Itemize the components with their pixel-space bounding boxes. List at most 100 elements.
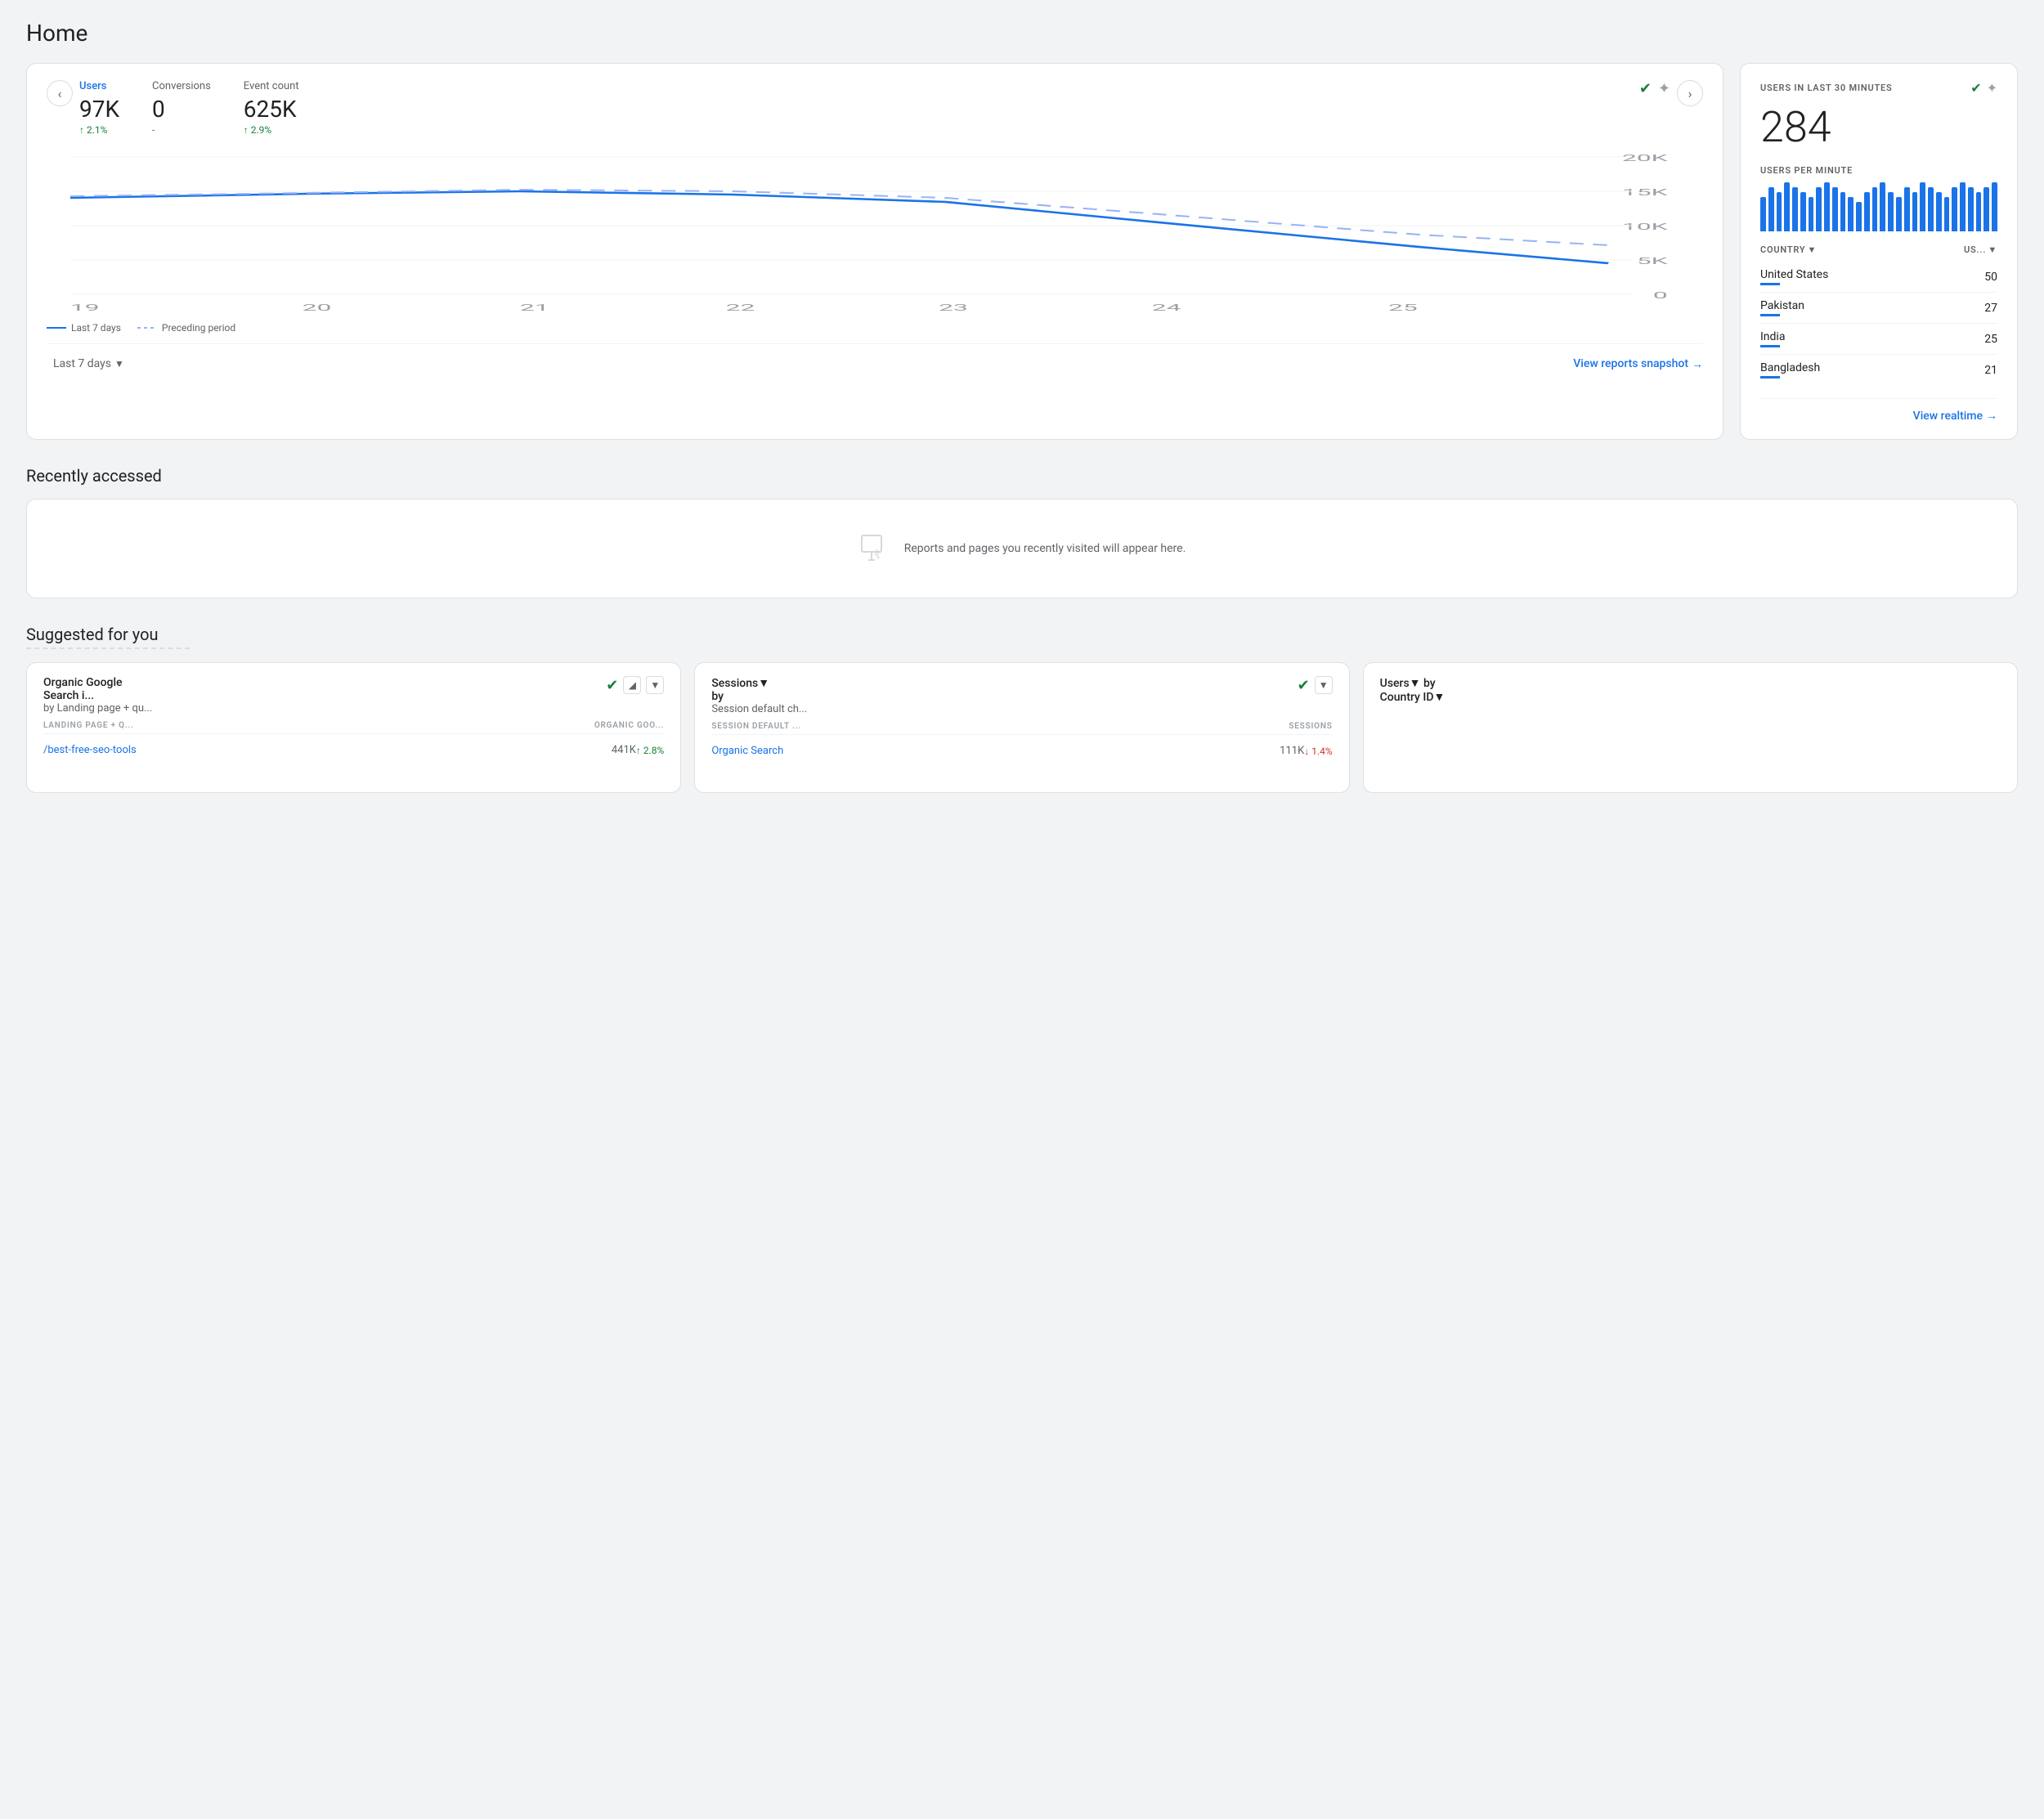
page-title: Home (26, 20, 2018, 47)
country-row[interactable]: Pakistan 27 (1760, 293, 1997, 324)
country-indicator (1760, 345, 1780, 347)
suggested-card-1[interactable]: Organic Google Search i... by Landing pa… (26, 662, 681, 793)
realtime-card: USERS IN LAST 30 MINUTES ✔ ✦ 284 USERS P… (1740, 63, 2018, 440)
sc-table-headers: SESSION DEFAULT ... SESSIONS (711, 722, 1332, 735)
bar (1983, 187, 1989, 231)
country-count: 25 (1984, 333, 1997, 346)
sc-icons: ✔◢▼ (606, 676, 664, 694)
filter-icon[interactable]: ◢ (623, 676, 641, 694)
svg-text:20: 20 (303, 302, 332, 312)
suggested-card-3[interactable]: Users▼ by Country ID▼ (1363, 662, 2018, 793)
sc-subtitle: Session default ch... (711, 703, 807, 715)
prev-arrow[interactable]: ‹ (47, 80, 73, 106)
bar (1888, 192, 1894, 231)
cursor-icon (858, 532, 891, 565)
realtime-check-icon: ✔ (1970, 80, 1981, 96)
metric-conversions-change: - (152, 124, 211, 136)
sc-title: Organic Google Search i... (43, 676, 137, 702)
check-circle-icon: ✔ (1298, 677, 1310, 694)
svg-text:24: 24 (1152, 302, 1181, 312)
date-range-label: Last 7 days (53, 357, 111, 370)
sc-subtitle: by Landing page + qu... (43, 702, 176, 715)
country-row[interactable]: India 25 (1760, 324, 1997, 355)
sc-header: Users▼ by Country ID▼ (1380, 676, 2001, 704)
country-col-label[interactable]: COUNTRY ▼ (1760, 244, 1817, 255)
svg-text:21: 21 (520, 302, 549, 312)
suggested-title: Suggested for you (26, 625, 2018, 644)
arrow-right-icon: → (1692, 357, 1703, 371)
realtime-bar-chart (1760, 182, 1997, 231)
country-indicator (1760, 283, 1780, 285)
sparkle-icon[interactable]: ✦ (1658, 80, 1670, 97)
svg-text:22: 22 (726, 302, 755, 312)
svg-text:23: 23 (939, 302, 968, 312)
country-count: 21 (1984, 364, 1997, 377)
suggested-title-underline (26, 647, 190, 649)
view-realtime-link[interactable]: View realtime → (1913, 409, 1997, 423)
recently-accessed-empty-text: Reports and pages you recently visited w… (904, 542, 1186, 555)
country-row[interactable]: Bangladesh 21 (1760, 355, 1997, 385)
bar (1768, 187, 1774, 231)
suggested-card-2[interactable]: Sessions▼ by Session default ch... ✔▼ SE… (694, 662, 1349, 793)
country-name: India (1760, 330, 1785, 343)
metric-users-label: Users (79, 80, 119, 92)
sc-row-value: 111K (1280, 745, 1304, 757)
suggested-cards: Organic Google Search i... by Landing pa… (26, 662, 2018, 793)
suggested-section: Suggested for you Organic Google Search … (26, 625, 2018, 793)
recently-accessed-title: Recently accessed (26, 466, 2018, 486)
metric-conversions[interactable]: Conversions 0 - (152, 80, 211, 136)
realtime-header: USERS IN LAST 30 MINUTES ✔ ✦ (1760, 80, 1997, 96)
bar (1872, 187, 1878, 231)
svg-text:0: 0 (1653, 290, 1668, 301)
metric-eventcount-label: Event count (244, 80, 299, 92)
bar (1992, 182, 1997, 231)
svg-text:25: 25 (1388, 302, 1418, 312)
bar (1800, 192, 1806, 231)
legend-dashed-label: Preceding period (162, 322, 235, 334)
legend-dashed-line (137, 327, 157, 329)
view-reports-snapshot-link[interactable]: View reports snapshot → (1573, 357, 1703, 371)
bar (1928, 187, 1934, 231)
bar (1880, 182, 1885, 231)
date-range-button[interactable]: Last 7 days ▼ (47, 354, 131, 374)
realtime-sparkle-icon[interactable]: ✦ (1987, 80, 1997, 96)
country-dropdown-icon: ▼ (1807, 244, 1817, 255)
bar (1792, 187, 1798, 231)
sc-header: Organic Google Search i... by Landing pa… (43, 676, 664, 715)
country-name: Pakistan (1760, 299, 1804, 312)
svg-text:10K: 10K (1622, 222, 1668, 232)
view-realtime-label: View realtime (1913, 410, 1983, 423)
sc-table-headers: LANDING PAGE + Q... ORGANIC GOO... (43, 721, 664, 734)
sc-col-1: SESSION DEFAULT ... (711, 722, 801, 731)
legend-solid-line (47, 327, 66, 329)
sc-row-change: ↑ 2.8% (636, 745, 664, 756)
sc-row-value: 441K (612, 744, 636, 756)
country-name: United States (1760, 268, 1828, 281)
metric-conversions-value: 0 (152, 96, 211, 123)
sc-icons: ✔▼ (1298, 676, 1333, 694)
bar (1944, 197, 1950, 231)
bar (1832, 187, 1838, 231)
country-name: Bangladesh (1760, 361, 1820, 374)
country-indicator (1760, 376, 1780, 379)
analytics-card: ‹ Users 97K ↑ 2.1% Conversions 0 - Event… (26, 63, 1724, 440)
country-count: 27 (1984, 302, 1997, 315)
svg-text:20K: 20K (1622, 153, 1668, 164)
bar (1824, 182, 1830, 231)
dropdown-icon[interactable]: ▼ (1315, 676, 1333, 694)
next-arrow[interactable]: › (1677, 80, 1703, 106)
metric-users[interactable]: Users 97K ↑ 2.1% (79, 80, 119, 136)
metric-eventcount[interactable]: Event count 625K ↑ 2.9% (244, 80, 299, 136)
country-table: United States 50 Pakistan 27 India 25 Ba… (1760, 262, 1997, 385)
bar (1840, 192, 1846, 231)
recently-accessed-empty: Reports and pages you recently visited w… (26, 499, 2018, 598)
country-row[interactable]: United States 50 (1760, 262, 1997, 293)
bar (1856, 202, 1862, 231)
bar (1952, 187, 1957, 231)
us-col-label[interactable]: US... ▼ (1964, 244, 1997, 255)
sc-row: Organic Search 111K ↓ 1.4% (711, 741, 1332, 760)
svg-text:15K: 15K (1622, 187, 1668, 198)
metric-conversions-label: Conversions (152, 80, 211, 92)
dropdown-icon[interactable]: ▼ (646, 676, 664, 694)
sc-col-1: LANDING PAGE + Q... (43, 721, 134, 730)
